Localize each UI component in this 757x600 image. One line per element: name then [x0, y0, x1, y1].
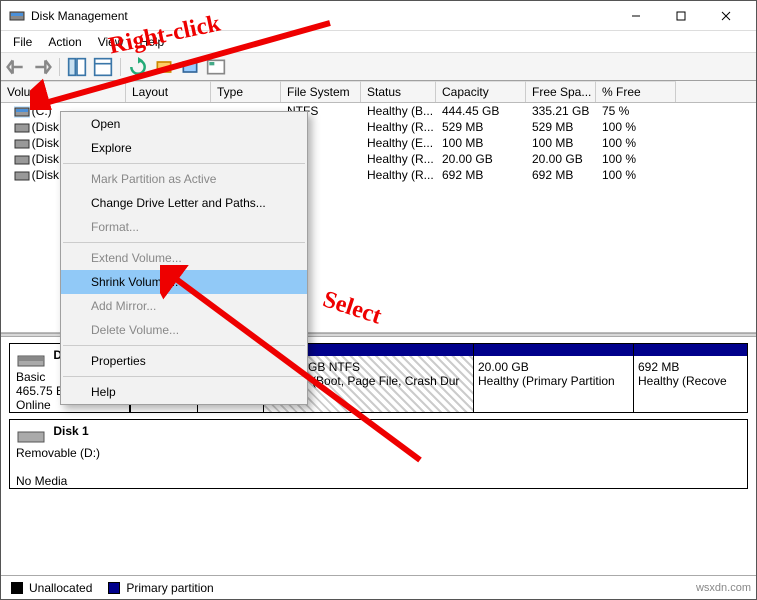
cell: 444.45 GB: [436, 104, 526, 118]
partition[interactable]: 20.00 GBHealthy (Primary Partition: [473, 344, 633, 412]
drive-icon: [14, 106, 30, 118]
cell: Healthy (R...: [361, 168, 436, 182]
separator: [63, 163, 305, 164]
ctx-explore[interactable]: Explore: [61, 136, 307, 160]
disk-type: Basic: [16, 370, 45, 384]
partition[interactable]: 692 MBHealthy (Recove: [633, 344, 747, 412]
ctx-change-letter[interactable]: Change Drive Letter and Paths...: [61, 191, 307, 215]
disk-icon: [16, 424, 46, 446]
cell: 692 MB: [526, 168, 596, 182]
volume-name: (Disk: [32, 120, 59, 134]
maximize-button[interactable]: [658, 2, 703, 30]
disk-icon: [16, 348, 46, 370]
legend: Unallocated Primary partition: [1, 575, 756, 599]
volume-name: (Disk: [32, 136, 59, 150]
close-button[interactable]: [703, 2, 748, 30]
cell: 529 MB: [436, 120, 526, 134]
legend-label: Primary partition: [126, 581, 213, 595]
cell: 692 MB: [436, 168, 526, 182]
header-freespace[interactable]: Free Spa...: [526, 81, 596, 102]
cell: 529 MB: [526, 120, 596, 134]
drive-icon: [14, 170, 30, 182]
legend-label: Unallocated: [29, 581, 92, 595]
cell: Healthy (E...: [361, 136, 436, 150]
cell: 20.00 GB: [436, 152, 526, 166]
cell: Healthy (R...: [361, 152, 436, 166]
minimize-button[interactable]: [613, 2, 658, 30]
cell: Healthy (R...: [361, 120, 436, 134]
legend-swatch-primary: [108, 582, 120, 594]
back-button[interactable]: [5, 56, 27, 78]
cell: 100 MB: [436, 136, 526, 150]
drive-icon: [14, 138, 30, 150]
ctx-open[interactable]: Open: [61, 112, 307, 136]
indent: [7, 104, 14, 118]
legend-swatch-unallocated: [11, 582, 23, 594]
separator: [63, 242, 305, 243]
arrow-select: [160, 265, 430, 465]
disk-status: Online: [16, 398, 51, 412]
drive-icon: [14, 154, 30, 166]
cell: 75 %: [596, 104, 676, 118]
volume-name: (Disk: [32, 168, 59, 182]
cell: 100 %: [596, 136, 676, 150]
cell: Healthy (B...: [361, 104, 436, 118]
disk-status: No Media: [16, 474, 67, 488]
ctx-format: Format...: [61, 215, 307, 239]
disk-size: 465.75: [16, 384, 53, 398]
cell: 335.21 GB: [526, 104, 596, 118]
ctx-mark-active: Mark Partition as Active: [61, 167, 307, 191]
cell: 100 %: [596, 168, 676, 182]
disk-name: Disk 1: [53, 424, 88, 438]
cell: 20.00 GB: [526, 152, 596, 166]
app-icon: [9, 8, 25, 24]
removable-label: Removable (D:): [16, 446, 100, 460]
header-capacity[interactable]: Capacity: [436, 81, 526, 102]
cell: 100 MB: [526, 136, 596, 150]
cell: 100 %: [596, 152, 676, 166]
drive-icon: [14, 122, 30, 134]
header-status[interactable]: Status: [361, 81, 436, 102]
volume-name: (Disk: [32, 152, 59, 166]
watermark: wsxdn.com: [696, 582, 751, 594]
header-percentfree[interactable]: % Free: [596, 81, 676, 102]
cell: 100 %: [596, 120, 676, 134]
